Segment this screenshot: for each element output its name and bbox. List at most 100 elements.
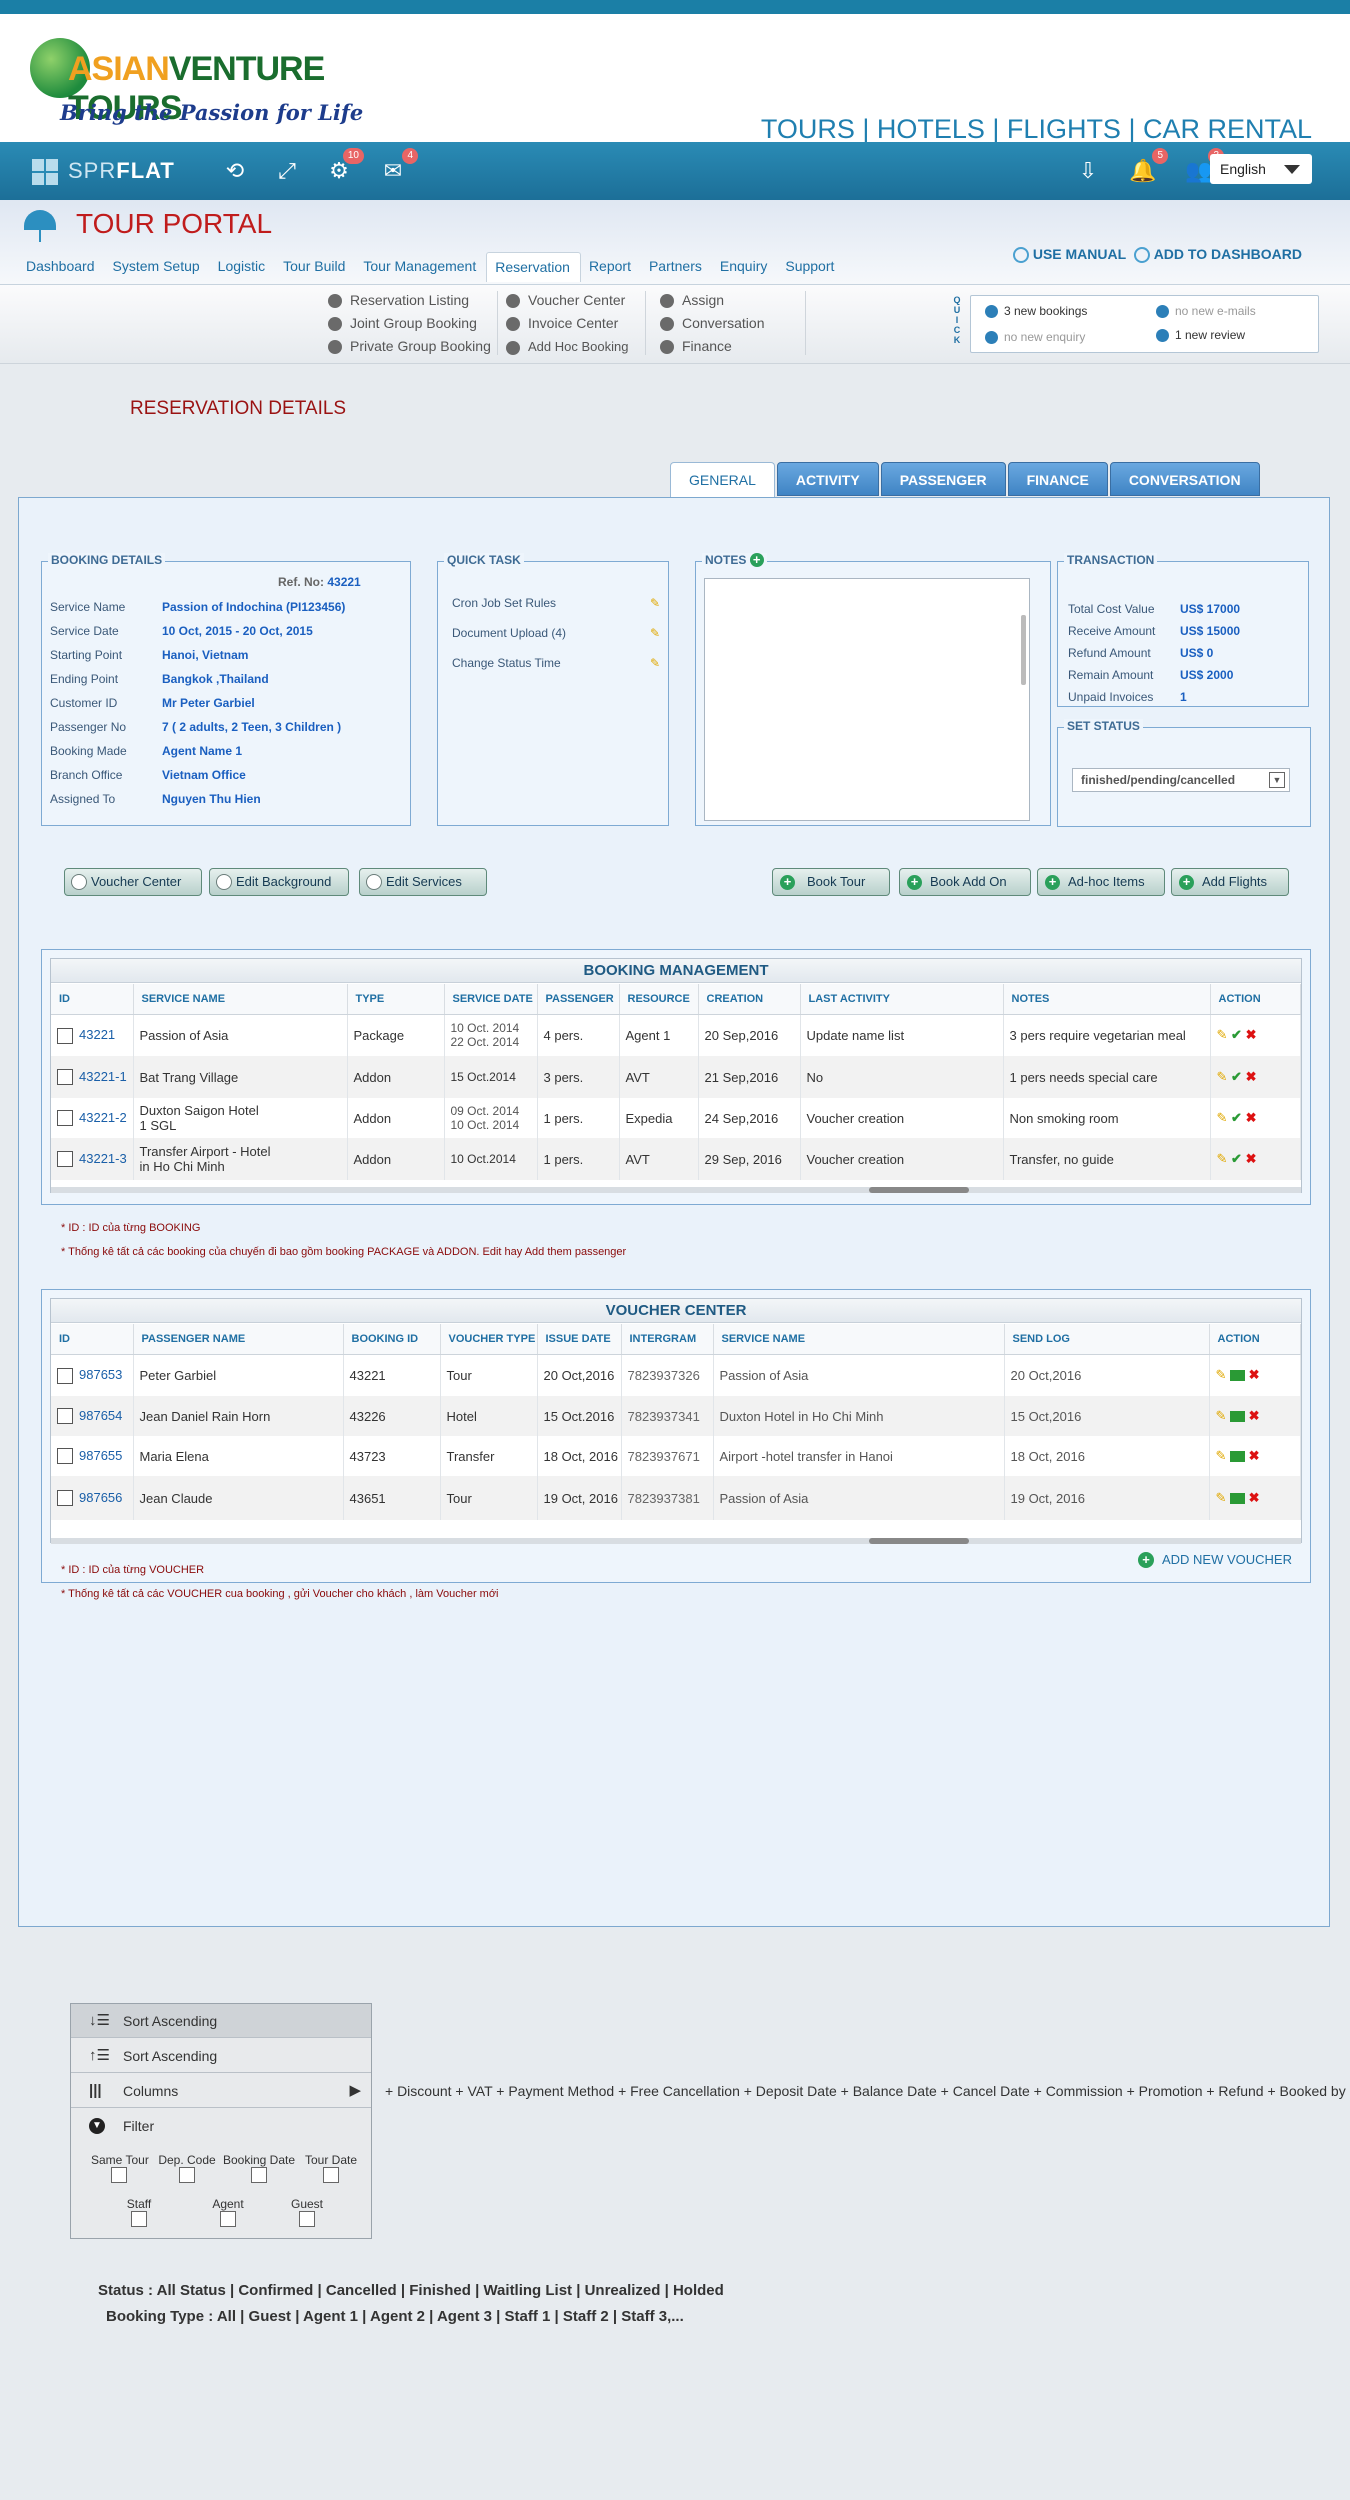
nav-reservation[interactable]: Reservation bbox=[486, 252, 581, 282]
filter-checkbox[interactable] bbox=[299, 2211, 315, 2227]
edit-icon[interactable]: ✎ bbox=[1216, 1448, 1227, 1463]
edit-background-button[interactable]: Edit Background bbox=[209, 868, 349, 896]
service-cell[interactable]: Transfer Airport - Hotel in Ho Chi Minh bbox=[133, 1138, 348, 1180]
filter-checkbox[interactable] bbox=[323, 2167, 339, 2183]
submenu-reservation-listing[interactable]: Reservation Listing bbox=[328, 289, 491, 312]
status-select[interactable]: finished/pending/cancelled ▼ bbox=[1072, 768, 1290, 792]
tab-conversation[interactable]: CONVERSATION bbox=[1109, 462, 1260, 496]
col-id[interactable]: ID bbox=[51, 1324, 134, 1355]
scrollbar-thumb[interactable] bbox=[869, 1538, 969, 1544]
scrollbar-thumb[interactable] bbox=[869, 1187, 969, 1193]
booking-id-cell[interactable]: 43221 bbox=[343, 1354, 441, 1396]
notes-scrollbar[interactable] bbox=[1021, 615, 1026, 685]
tab-passenger[interactable]: PASSENGER bbox=[880, 462, 1006, 496]
add-note-icon[interactable]: + bbox=[749, 553, 764, 567]
booking-id-cell[interactable]: 43723 bbox=[343, 1436, 441, 1476]
task-document-upload[interactable]: Document Upload (4) ✎ bbox=[452, 626, 662, 640]
delete-icon[interactable]: ✖ bbox=[1249, 1367, 1260, 1382]
submenu-joint-group-booking[interactable]: Joint Group Booking bbox=[328, 312, 491, 335]
sort-ascending-item[interactable]: ↑☰ Sort Ascending bbox=[71, 2039, 371, 2073]
col-booking-id[interactable]: BOOKING ID bbox=[343, 1324, 441, 1355]
delete-icon[interactable]: ✖ bbox=[1246, 1069, 1257, 1084]
filter-checkbox[interactable] bbox=[179, 2167, 195, 2183]
quick-new-enquiry[interactable]: no new enquiry bbox=[985, 330, 1085, 345]
download-icon[interactable]: ⇩ bbox=[1073, 156, 1103, 186]
submenu-assign[interactable]: Assign bbox=[660, 289, 765, 312]
nav-tour-build[interactable]: Tour Build bbox=[275, 252, 355, 282]
tab-general[interactable]: GENERAL bbox=[670, 462, 775, 498]
col-send-log[interactable]: SEND LOG bbox=[1004, 1324, 1210, 1355]
col-passenger-name[interactable]: PASSENGER NAME bbox=[133, 1324, 344, 1355]
voucher-id-link[interactable]: 987656 bbox=[79, 1490, 122, 1505]
delete-icon[interactable]: ✖ bbox=[1246, 1027, 1257, 1042]
col-service-name[interactable]: SERVICE NAME bbox=[133, 984, 348, 1015]
col-creation[interactable]: CREATION bbox=[698, 984, 801, 1015]
task-change-status-time[interactable]: Change Status Time ✎ bbox=[452, 656, 662, 670]
service-cell[interactable]: Passion of Asia bbox=[133, 1014, 348, 1056]
table-row[interactable]: 43221-1 Bat Trang Village Addon 15 Oct.2… bbox=[51, 1056, 1301, 1098]
nav-tour-management[interactable]: Tour Management bbox=[355, 252, 486, 282]
col-issue-date[interactable]: ISSUE DATE bbox=[537, 1324, 622, 1355]
table-row[interactable]: 43221-2 Duxton Saigon Hotel 1 SGL Addon … bbox=[51, 1098, 1301, 1138]
quick-new-emails[interactable]: no new e-mails bbox=[1156, 304, 1256, 319]
row-checkbox[interactable] bbox=[57, 1151, 73, 1168]
use-manual-link[interactable]: USE MANUAL bbox=[1033, 246, 1126, 262]
edit-icon[interactable]: ✎ bbox=[1217, 1069, 1228, 1084]
booking-id-link[interactable]: 43221-2 bbox=[79, 1110, 127, 1125]
nav-support[interactable]: Support bbox=[777, 252, 844, 282]
mail-icon[interactable]: ✉ 4 bbox=[378, 148, 418, 186]
nav-dashboard[interactable]: Dashboard bbox=[18, 252, 105, 282]
nav-logistic[interactable]: Logistic bbox=[210, 252, 275, 282]
row-checkbox[interactable] bbox=[57, 1367, 73, 1384]
confirm-check-icon[interactable]: ✔ bbox=[1231, 1151, 1242, 1166]
voucher-id-link[interactable]: 987655 bbox=[79, 1448, 122, 1463]
col-voucher-type[interactable]: VOUCHER TYPE bbox=[440, 1324, 538, 1355]
confirm-check-icon[interactable]: ✔ bbox=[1231, 1069, 1242, 1084]
passenger-cell[interactable]: Jean Claude bbox=[133, 1476, 344, 1520]
pencil-icon[interactable]: ✎ bbox=[650, 626, 660, 640]
nav-system-setup[interactable]: System Setup bbox=[105, 252, 210, 282]
horizontal-scrollbar[interactable] bbox=[51, 1538, 1301, 1544]
nav-partners[interactable]: Partners bbox=[641, 252, 712, 282]
submenu-finance[interactable]: Finance bbox=[660, 335, 765, 358]
table-row[interactable]: 987654 Jean Daniel Rain Horn 43226 Hotel… bbox=[51, 1396, 1301, 1436]
delete-icon[interactable]: ✖ bbox=[1246, 1151, 1257, 1166]
quick-new-review[interactable]: 1 new review bbox=[1156, 328, 1245, 343]
row-checkbox[interactable] bbox=[57, 1027, 73, 1044]
booking-id-link[interactable]: 43221 bbox=[79, 1027, 115, 1042]
send-mail-icon[interactable] bbox=[1230, 1411, 1246, 1423]
col-type[interactable]: TYPE bbox=[347, 984, 445, 1015]
table-row[interactable]: 987653 Peter Garbiel 43221 Tour 20 Oct,2… bbox=[51, 1354, 1301, 1396]
bell-icon[interactable]: 🔔 5 bbox=[1128, 148, 1168, 186]
edit-icon[interactable]: ✎ bbox=[1217, 1027, 1228, 1042]
sort-ascending-item[interactable]: ↓☰ Sort Ascending bbox=[71, 2004, 371, 2038]
passenger-cell[interactable]: Maria Elena bbox=[133, 1436, 344, 1476]
edit-icon[interactable]: ✎ bbox=[1216, 1408, 1227, 1423]
add-to-dashboard-link[interactable]: ADD TO DASHBOARD bbox=[1154, 246, 1302, 262]
back-arrow-icon[interactable]: ⟲ bbox=[220, 156, 250, 186]
submenu-conversation[interactable]: Conversation bbox=[660, 312, 765, 335]
services-links[interactable]: TOURS | HOTELS | FLIGHTS | CAR RENTAL bbox=[761, 114, 1312, 145]
col-passenger[interactable]: PASSENGER bbox=[537, 984, 620, 1015]
delete-icon[interactable]: ✖ bbox=[1249, 1408, 1260, 1423]
service-cell[interactable]: Duxton Saigon Hotel 1 SGL bbox=[133, 1098, 348, 1138]
book-add-on-button[interactable]: + Book Add On bbox=[899, 868, 1031, 896]
submenu-private-group-booking[interactable]: Private Group Booking bbox=[328, 335, 491, 358]
submenu-add-hoc-booking[interactable]: Add Hoc Booking bbox=[506, 335, 628, 358]
row-checkbox[interactable] bbox=[57, 1069, 73, 1086]
col-action[interactable]: ACTION bbox=[1210, 984, 1301, 1015]
tab-activity[interactable]: ACTIVITY bbox=[776, 462, 879, 496]
ad-hoc-items-button[interactable]: + Ad-hoc Items bbox=[1037, 868, 1165, 896]
voucher-id-link[interactable]: 987654 bbox=[79, 1408, 122, 1423]
col-service-name[interactable]: SERVICE NAME bbox=[713, 1324, 1005, 1355]
language-select[interactable]: English bbox=[1210, 154, 1312, 184]
col-intergram[interactable]: INTERGRAM bbox=[621, 1324, 714, 1355]
col-id[interactable]: ID bbox=[51, 984, 134, 1015]
table-row[interactable]: 43221 Passion of Asia Package 10 Oct. 20… bbox=[51, 1014, 1301, 1056]
fullscreen-icon[interactable]: ⤢ bbox=[272, 156, 302, 186]
voucher-id-link[interactable]: 987653 bbox=[79, 1367, 122, 1382]
sprflat-brand[interactable]: SPRFLAT bbox=[32, 158, 175, 186]
filter-checkbox[interactable] bbox=[111, 2167, 127, 2183]
booking-id-link[interactable]: 43221-1 bbox=[79, 1069, 127, 1084]
confirm-check-icon[interactable]: ✔ bbox=[1231, 1110, 1242, 1125]
